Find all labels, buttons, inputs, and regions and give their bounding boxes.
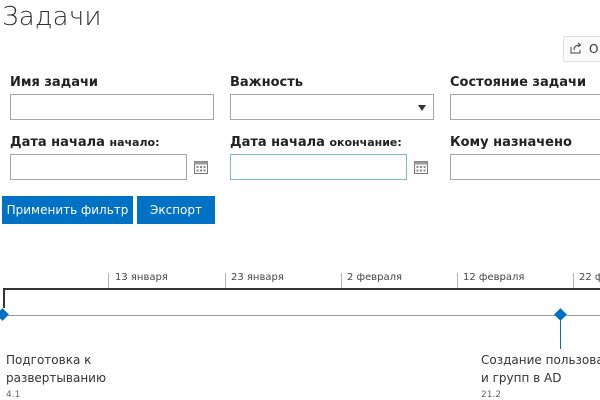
start-date-from-suffix: начало: xyxy=(109,136,160,149)
share-label: О xyxy=(589,42,599,56)
timeline-axis xyxy=(3,288,600,290)
milestone-name: Создание пользова и групп в AD xyxy=(481,353,600,385)
milestone-id: 21.2 xyxy=(481,390,502,400)
start-date-from-label: Дата начала начало: xyxy=(10,135,160,150)
start-date-to-suffix: окончание: xyxy=(329,136,402,149)
milestone-diamond[interactable] xyxy=(554,308,567,321)
timeline-track xyxy=(3,315,600,316)
milestone-diamond[interactable] xyxy=(0,308,9,321)
timeline-tick-label: 2 февраля xyxy=(347,272,403,283)
start-date-from-input[interactable] xyxy=(10,154,187,180)
page-title: Задачи xyxy=(2,2,102,32)
milestone-stem xyxy=(559,319,561,349)
timeline-tick xyxy=(573,273,574,288)
timeline-tick xyxy=(225,273,226,288)
timeline-tick xyxy=(108,273,109,288)
start-date-to-label: Дата начала окончание: xyxy=(230,135,402,150)
milestone-id: 4.1 xyxy=(6,390,21,400)
timeline-tick xyxy=(341,273,342,288)
assigned-to-input[interactable] xyxy=(450,154,600,180)
task-name-label: Имя задачи xyxy=(10,75,99,90)
share-icon xyxy=(570,42,582,54)
timeline-tick-label: 13 января xyxy=(115,272,168,283)
timeline-start-marker xyxy=(3,288,5,308)
timeline-tick-label: 12 февраля xyxy=(463,272,525,283)
importance-select[interactable] xyxy=(230,94,434,120)
timeline-tick-label: 22 ф xyxy=(579,272,600,283)
task-state-label: Состояние задачи xyxy=(450,75,587,90)
export-button[interactable]: Экспорт xyxy=(137,196,215,224)
start-date-to-input[interactable] xyxy=(230,154,407,180)
chevron-down-icon xyxy=(418,105,426,111)
timeline-tick-label: 23 января xyxy=(231,272,284,283)
apply-filter-button[interactable]: Применить фильтр xyxy=(2,196,133,224)
task-name-input[interactable] xyxy=(10,94,214,120)
task-state-input[interactable] xyxy=(450,94,600,120)
assigned-to-label: Кому назначено xyxy=(450,135,572,150)
share-button[interactable]: О xyxy=(563,36,600,62)
importance-label: Важность xyxy=(230,75,303,90)
calendar-icon[interactable] xyxy=(413,159,429,175)
milestone-name: Подготовка к развертыванию xyxy=(6,353,107,385)
timeline-tick xyxy=(457,273,458,288)
calendar-icon[interactable] xyxy=(193,159,209,175)
